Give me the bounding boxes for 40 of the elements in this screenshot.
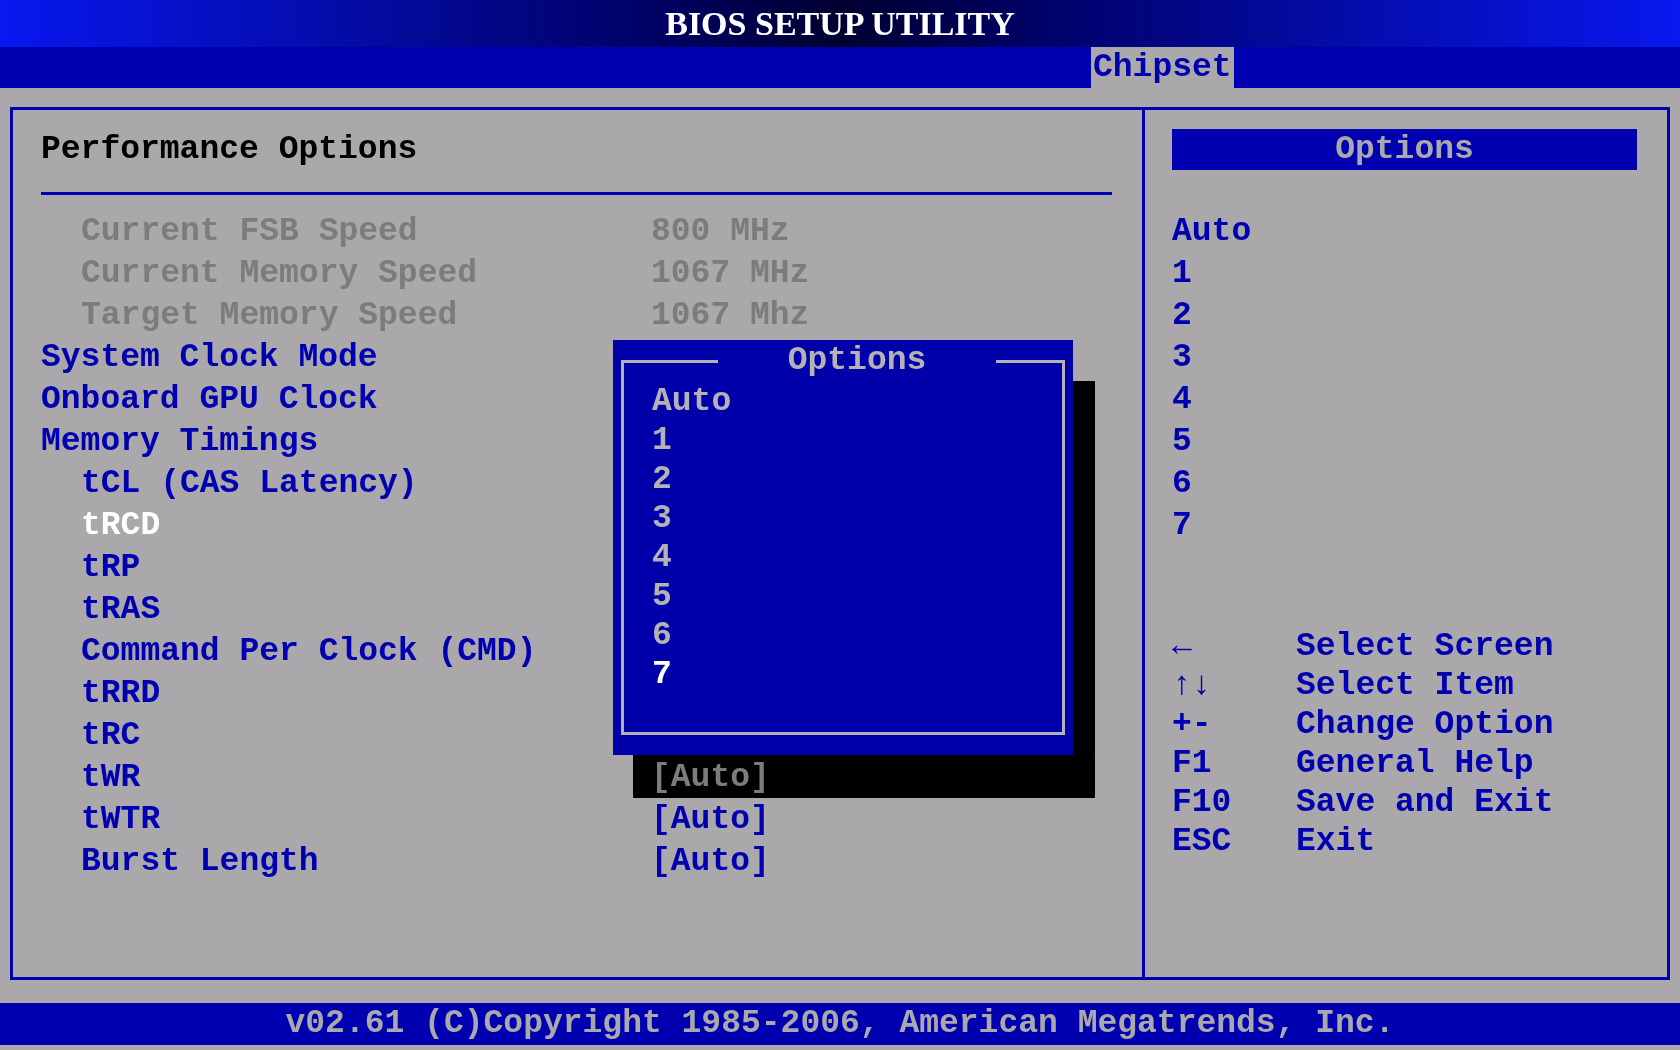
setting-value[interactable]: [Auto] bbox=[651, 799, 770, 841]
setting-item[interactable]: tWTR bbox=[41, 799, 651, 841]
option-value: 1 bbox=[1172, 254, 1193, 294]
key-name: +- bbox=[1172, 705, 1213, 744]
key-name: F1 bbox=[1172, 744, 1213, 783]
key-name: ← bbox=[1172, 627, 1193, 666]
key-name: ESC bbox=[1172, 822, 1233, 861]
setting-value[interactable]: [Auto] bbox=[651, 841, 770, 883]
key-name: F10 bbox=[1172, 783, 1233, 822]
key-action: Select Screen bbox=[1296, 627, 1554, 666]
option-value: Auto bbox=[1172, 212, 1253, 252]
setting-item[interactable]: tWR bbox=[41, 757, 651, 799]
setting-item[interactable]: Burst Length bbox=[41, 841, 651, 883]
key-action: Change Option bbox=[1296, 705, 1554, 744]
popup-option[interactable]: Auto bbox=[652, 382, 1062, 421]
key-action: General Help bbox=[1296, 744, 1534, 783]
popup-option[interactable]: 3 bbox=[652, 499, 1062, 538]
popup-option[interactable]: 4 bbox=[652, 538, 1062, 577]
option-value: 7 bbox=[1172, 506, 1193, 546]
help-header: Options bbox=[1172, 129, 1637, 170]
popup-title: Options bbox=[786, 341, 928, 381]
menu-tab[interactable]: Chipset bbox=[1091, 47, 1234, 88]
key-action: Save and Exit bbox=[1296, 783, 1554, 822]
popup-option[interactable]: 2 bbox=[652, 460, 1062, 499]
option-value: 6 bbox=[1172, 464, 1193, 504]
option-value: 4 bbox=[1172, 380, 1193, 420]
popup-option[interactable]: 6 bbox=[652, 616, 1062, 655]
option-value: 3 bbox=[1172, 338, 1193, 378]
key-action: Select Item bbox=[1296, 666, 1514, 705]
setting-value[interactable]: [Auto] bbox=[651, 757, 770, 799]
key-name: ↑↓ bbox=[1172, 666, 1213, 705]
window-title: BIOS SETUP UTILITY bbox=[665, 3, 1015, 44]
popup-option[interactable]: 5 bbox=[652, 577, 1062, 616]
copyright-bar: v02.61 (C)Copyright 1985-2006, American Megatrends, Inc. bbox=[0, 1003, 1680, 1045]
popup-option[interactable]: 1 bbox=[652, 421, 1062, 460]
option-value: 5 bbox=[1172, 422, 1193, 462]
option-value: 2 bbox=[1172, 296, 1193, 336]
popup-option[interactable]: 7 bbox=[652, 655, 1062, 694]
key-action: Exit bbox=[1296, 822, 1376, 861]
section-heading: Performance Options bbox=[41, 129, 1112, 195]
